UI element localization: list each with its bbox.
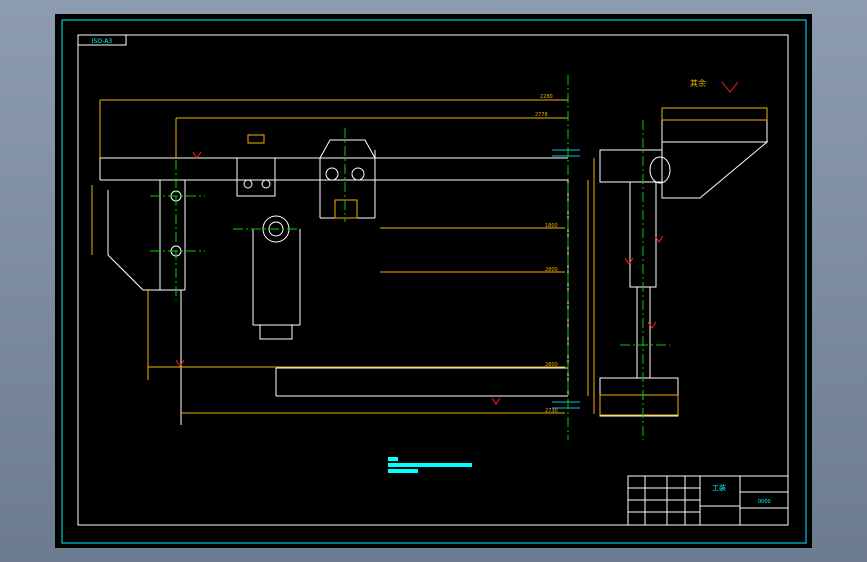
title-block-code: 0000	[758, 499, 771, 505]
dim-label: 2730	[545, 408, 558, 414]
dim-label: 2778	[535, 112, 548, 118]
roughness-note: 其余	[690, 78, 706, 88]
dim-label: 2800	[545, 267, 558, 273]
dim-label: 2280	[540, 94, 553, 100]
dim-label: 2800	[545, 362, 558, 368]
frame-tag: ISO-A3	[92, 38, 113, 45]
title-block-title: 工装	[712, 483, 726, 492]
cad-drawing-canvas[interactable]: ISO-A3 2280 2778 1800 2800 2800 2730 其余 …	[0, 0, 867, 562]
drawing-sheet	[55, 14, 812, 548]
dim-label: 1800	[545, 223, 558, 229]
